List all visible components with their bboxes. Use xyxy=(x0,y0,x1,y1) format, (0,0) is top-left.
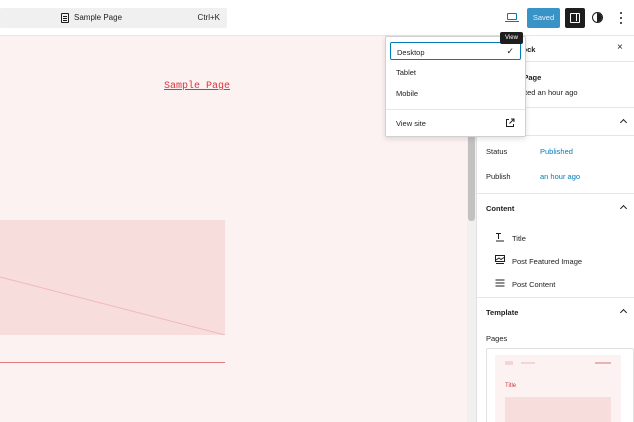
content-item-title[interactable]: Title xyxy=(495,232,625,244)
template-name: Pages xyxy=(486,334,508,343)
styles-half-circle-icon[interactable] xyxy=(592,12,603,23)
status-label: Status xyxy=(486,147,508,156)
more-options-button[interactable] xyxy=(616,11,626,25)
view-dropdown-menu: Desktop ✓ Tablet Mobile View site xyxy=(385,36,526,137)
post-content-icon xyxy=(495,279,505,287)
content-panel-title: Content xyxy=(486,204,515,213)
site-title-link[interactable]: Sample Page xyxy=(164,81,230,92)
template-panel-header[interactable]: Template xyxy=(477,298,634,326)
publish-label: Publish xyxy=(486,172,511,181)
desktop-view-icon xyxy=(507,13,517,20)
external-link-icon xyxy=(506,118,515,127)
content-panel-header[interactable]: Content xyxy=(477,194,634,222)
command-bar-title: Sample Page xyxy=(74,13,123,22)
menu-item-view-site[interactable]: View site xyxy=(390,114,521,132)
template-preview[interactable]: Title xyxy=(486,348,634,422)
summary-panel: Status Published Publish an hour ago xyxy=(477,136,634,194)
template-preview-title: Title xyxy=(505,383,517,389)
menu-divider xyxy=(386,109,525,110)
saved-button[interactable]: Saved xyxy=(527,8,560,28)
view-tooltip: View xyxy=(500,32,523,44)
command-bar[interactable]: Sample Page Ctrl+K xyxy=(0,8,227,28)
content-item-post-content[interactable]: Post Content xyxy=(495,278,625,290)
menu-item-tablet[interactable]: Tablet xyxy=(390,63,521,81)
content-panel: Content Title Post Featured Image Post C… xyxy=(477,194,634,298)
template-panel: Template Pages Title xyxy=(477,298,634,422)
menu-item-desktop[interactable]: Desktop ✓ xyxy=(390,42,521,60)
status-value[interactable]: Published xyxy=(540,147,573,156)
command-shortcut: Ctrl+K xyxy=(197,13,220,22)
separator-line xyxy=(0,362,225,363)
content-item-label: Title xyxy=(512,234,526,243)
publish-value[interactable]: an hour ago xyxy=(540,172,580,181)
content-item-label: Post Featured Image xyxy=(512,257,583,266)
featured-image-icon xyxy=(495,255,505,264)
chevron-up-icon xyxy=(620,204,626,210)
top-toolbar: Sample Page Ctrl+K Saved xyxy=(0,0,634,36)
image-placeholder[interactable] xyxy=(0,220,225,335)
check-icon: ✓ xyxy=(506,46,514,56)
template-panel-title: Template xyxy=(486,308,519,317)
document-icon xyxy=(61,13,69,23)
settings-panel-icon xyxy=(570,13,580,23)
title-icon xyxy=(496,233,504,242)
device-preview-button[interactable] xyxy=(503,9,521,27)
chevron-up-icon xyxy=(620,118,626,124)
close-icon[interactable]: × xyxy=(617,42,623,53)
content-item-featured-image[interactable]: Post Featured Image xyxy=(495,255,625,267)
menu-item-mobile[interactable]: Mobile xyxy=(390,84,521,102)
chevron-up-icon xyxy=(620,308,626,314)
settings-toggle-button[interactable] xyxy=(565,8,585,28)
placeholder-diagonal xyxy=(0,276,225,335)
content-item-label: Post Content xyxy=(512,280,556,289)
more-vertical-icon xyxy=(620,12,622,14)
